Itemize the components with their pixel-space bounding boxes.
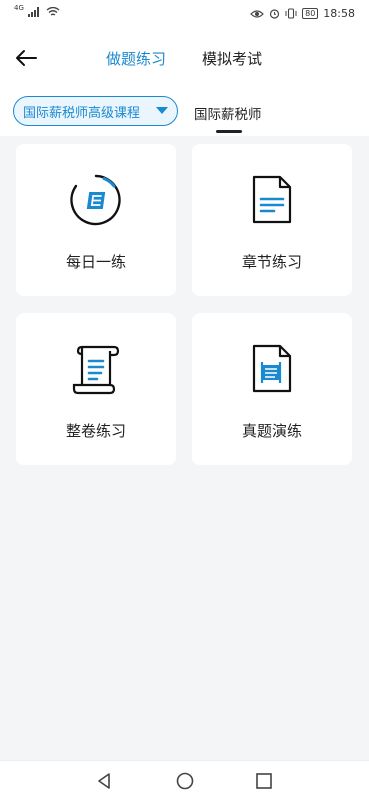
alarm-icon — [270, 9, 280, 19]
calendar-day-icon — [70, 174, 121, 226]
card-chapter-practice[interactable]: 章节练习 — [192, 144, 352, 296]
nav-home-icon[interactable] — [175, 771, 195, 791]
signal-icon — [27, 7, 39, 17]
course-select-label: 国际薪税师高级课程 — [23, 105, 141, 121]
course-bar: 国际薪税师高级课程 国际薪税师 — [0, 88, 369, 136]
card-label: 每日一练 — [65, 253, 126, 271]
document-icon — [252, 175, 292, 224]
tab-practice[interactable]: 做题练习 — [106, 48, 166, 69]
status-left: 4G — [14, 4, 60, 17]
course-select[interactable]: 国际薪税师高级课程 — [13, 96, 178, 126]
battery-icon: 80 — [302, 8, 319, 19]
network-type: 4G — [14, 4, 24, 12]
card-label: 整卷练习 — [65, 422, 126, 440]
card-daily-practice[interactable]: 每日一练 — [16, 144, 176, 296]
scroll-icon — [72, 345, 120, 395]
vibrate-icon — [285, 8, 297, 19]
nav-back-icon[interactable] — [95, 771, 115, 791]
card-label: 真题演练 — [241, 422, 302, 440]
header: 做题练习 模拟考试 — [0, 30, 369, 88]
status-right: 80 18:58 — [250, 7, 355, 20]
nav-recents-icon[interactable] — [254, 771, 274, 791]
status-bar: 4G 80 18:58 — [0, 0, 369, 30]
sub-tab-underline — [216, 130, 242, 133]
back-button[interactable] — [12, 46, 40, 70]
system-nav-bar — [0, 760, 369, 800]
card-full-paper-practice[interactable]: 整卷练习 — [16, 313, 176, 465]
tab-mock-exam[interactable]: 模拟考试 — [202, 48, 262, 69]
eye-icon — [250, 9, 264, 18]
battery-level: 80 — [305, 9, 316, 18]
card-label: 章节练习 — [241, 253, 302, 271]
caret-down-icon — [156, 107, 168, 114]
arrow-left-icon — [16, 50, 37, 66]
exam-paper-icon — [252, 344, 292, 393]
card-real-exam-practice[interactable]: 真题演练 — [192, 313, 352, 465]
wifi-icon — [46, 7, 60, 16]
sub-tab-course[interactable]: 国际薪税师 — [194, 103, 262, 123]
clock: 18:58 — [323, 7, 355, 20]
